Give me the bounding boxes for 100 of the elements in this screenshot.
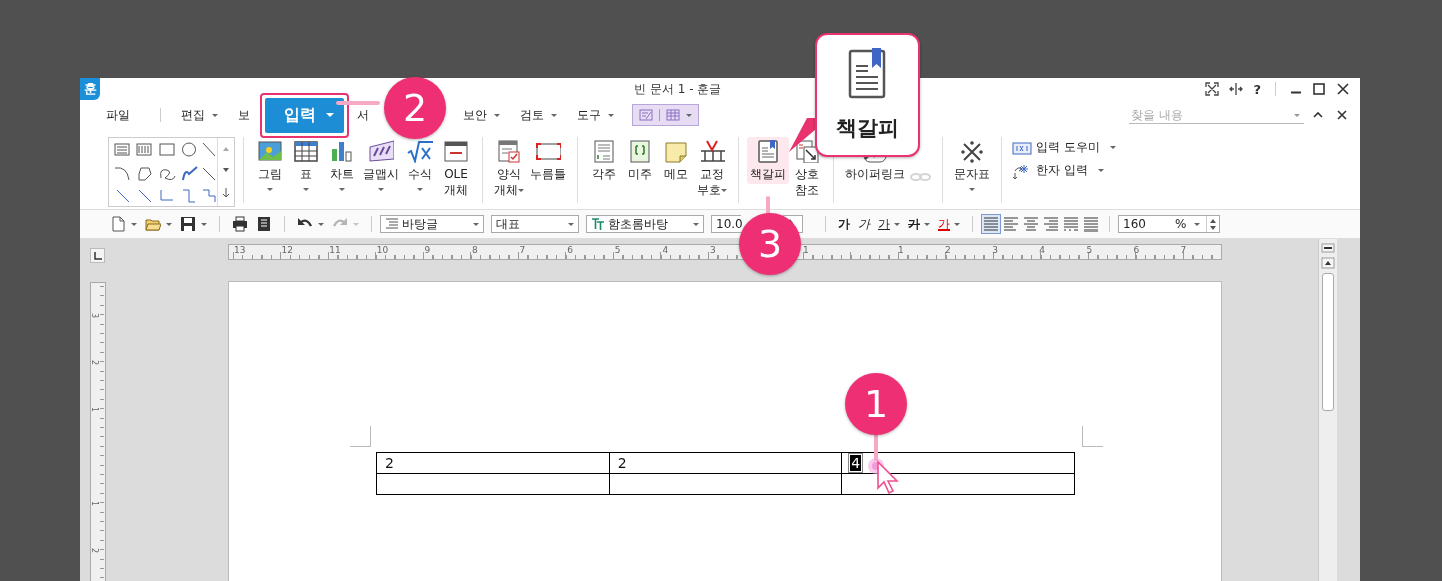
- table-cell[interactable]: 4: [841, 452, 1075, 474]
- ruler-number: 4: [662, 245, 669, 255]
- menu-tab[interactable]: 보: [232, 106, 256, 124]
- ribbon-button[interactable]: 교정 부호: [694, 137, 730, 200]
- scroll-up-icon: [1321, 257, 1335, 269]
- ribbon-button[interactable]: 각주: [586, 137, 622, 184]
- ruler-number: 12: [281, 245, 294, 255]
- ruler-number: 11: [329, 245, 341, 255]
- ruler-number: 7: [1180, 245, 1187, 255]
- window-icon: [443, 139, 469, 163]
- reference-mark-icon: [959, 139, 985, 163]
- square-root-icon: [407, 139, 433, 163]
- table-cell[interactable]: 2: [609, 452, 842, 474]
- ribbon-list-button[interactable]: 입력 도우미: [1010, 139, 1118, 156]
- align-button[interactable]: [1061, 214, 1081, 234]
- menu-tab[interactable]: 편집: [175, 106, 224, 124]
- tab-type-button[interactable]: [90, 248, 105, 263]
- menu-tab[interactable]: 검토: [514, 106, 563, 124]
- char-format-button[interactable]: 가: [854, 215, 874, 233]
- ribbon-button[interactable]: 미주: [622, 137, 658, 184]
- ribbon-button[interactable]: 수식: [402, 137, 438, 195]
- align-button[interactable]: [1081, 214, 1101, 234]
- align-center-icon: [1023, 216, 1039, 232]
- close-icon: [1336, 82, 1350, 96]
- ribbon-button[interactable]: 메모: [658, 137, 694, 184]
- char-format-button[interactable]: 가: [834, 215, 854, 233]
- paragraph-style-dropdown[interactable]: 바탕글: [380, 215, 484, 233]
- char-format-button[interactable]: 가: [874, 215, 904, 233]
- ruler-number: 2: [90, 547, 100, 554]
- menu-tab[interactable]: 입력: [265, 97, 344, 133]
- caret-icon: [721, 189, 727, 192]
- menu-tab[interactable]: 파일: [100, 106, 136, 124]
- ruler-number: 6: [567, 245, 573, 255]
- caret-icon: [568, 222, 574, 226]
- char-format-button[interactable]: 가: [934, 215, 964, 233]
- scroll-up-icon: [222, 145, 230, 152]
- align-right-icon: [1043, 216, 1059, 232]
- caret-icon: [267, 188, 273, 191]
- align-button[interactable]: [1001, 214, 1021, 234]
- table-cell[interactable]: 2: [376, 452, 610, 474]
- search-field[interactable]: 찾을 내용: [1129, 106, 1304, 124]
- ruler-number: 3: [992, 245, 998, 255]
- bookmark-icon: [847, 48, 888, 100]
- footnote-icon: [591, 139, 617, 163]
- table-cell[interactable]: [376, 473, 610, 495]
- caret-icon: [608, 113, 614, 117]
- ribbon-button[interactable]: 책갈피: [747, 137, 789, 184]
- table-cell[interactable]: [609, 473, 842, 495]
- ruler-number: 5: [1086, 245, 1093, 255]
- ribbon-button[interactable]: 문자표: [951, 137, 993, 195]
- new-document-icon: [110, 216, 126, 232]
- ribbon-button[interactable]: 누름틀: [527, 137, 569, 184]
- shape-gallery[interactable]: [108, 137, 235, 207]
- chain-link-icon: [910, 173, 932, 181]
- ruler-number: 5: [614, 245, 621, 255]
- form-checkbox-icon: [496, 139, 522, 163]
- caret-icon: [318, 222, 324, 226]
- ribbon-button[interactable]: 그림: [252, 137, 288, 195]
- caret-icon: [1109, 146, 1116, 149]
- font-type-icon: [591, 218, 605, 230]
- ribbon-button[interactable]: 표: [288, 137, 324, 195]
- caret-icon: [551, 113, 557, 117]
- align-distributed-icon: [1063, 216, 1079, 232]
- ribbon-list-button[interactable]: 한자 입력: [1010, 162, 1118, 179]
- ruler-number: 4: [1039, 245, 1046, 255]
- caret-icon: [353, 222, 359, 226]
- caret-icon: [473, 222, 479, 226]
- char-format-button[interactable]: 가: [904, 215, 934, 233]
- style-set-dropdown[interactable]: 대표: [491, 215, 579, 233]
- close-icon: [1336, 109, 1348, 121]
- menu-tab[interactable]: 도구: [571, 106, 620, 124]
- zoom-field[interactable]: 160 %: [1118, 215, 1220, 233]
- menu-tab[interactable]: 보안: [457, 106, 506, 124]
- vertical-scrollbar[interactable]: [1318, 239, 1337, 581]
- align-button[interactable]: [981, 214, 1001, 234]
- ribbon-button[interactable]: OLE 개체: [438, 137, 474, 200]
- ribbon-button[interactable]: 양식 개체: [491, 137, 527, 200]
- ribbon-button[interactable]: 글맵시: [360, 137, 402, 195]
- bar-chart-icon: [329, 139, 355, 163]
- font-dropdown[interactable]: 함초롬바탕: [586, 215, 704, 233]
- input-helper-icon: [1012, 139, 1032, 156]
- printer-icon: [232, 216, 248, 232]
- caret-icon: [212, 113, 218, 117]
- align-button[interactable]: [1041, 214, 1061, 234]
- picture-icon: [257, 139, 283, 163]
- help-button[interactable]: ?: [1253, 81, 1261, 97]
- caret-icon: [378, 188, 384, 191]
- view-toggle-group[interactable]: [632, 104, 699, 126]
- ruler-number: 1: [803, 245, 809, 255]
- fullscreen-icon: [1205, 82, 1220, 96]
- align-button[interactable]: [1021, 214, 1041, 234]
- menu-tab[interactable]: 서: [351, 106, 375, 124]
- caret-icon: [894, 222, 900, 226]
- split-view-icon: [1321, 243, 1335, 253]
- spin-down-icon: [1210, 225, 1216, 230]
- maximize-icon: [1312, 82, 1326, 96]
- more-down-icon: [222, 188, 230, 199]
- ribbon-button[interactable]: 차트: [324, 137, 360, 195]
- caret-icon: [924, 222, 930, 226]
- ruler-number: 1: [90, 500, 100, 507]
